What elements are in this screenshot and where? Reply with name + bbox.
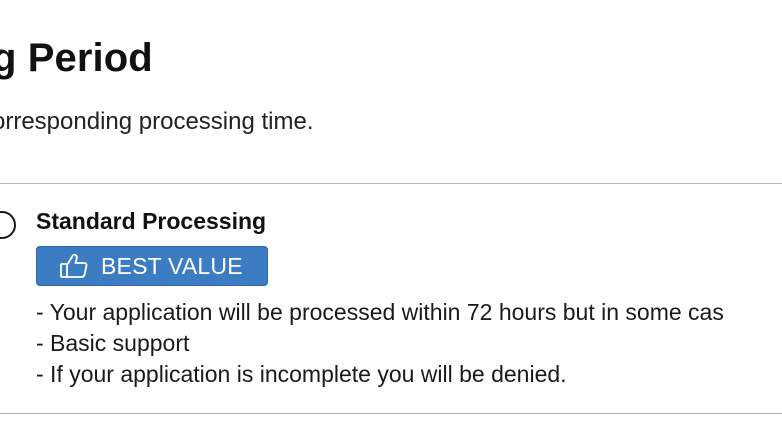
page-title: g Period (0, 36, 153, 80)
page-subtitle: orresponding processing time. (0, 108, 314, 135)
feature-item: - Your application will be processed wit… (36, 299, 724, 325)
best-value-badge: BEST VALUE (36, 246, 268, 286)
feature-item: - Basic support (36, 330, 190, 356)
badge-label: BEST VALUE (101, 253, 243, 279)
thumbs-up-icon (59, 252, 89, 280)
divider (0, 413, 782, 414)
feature-list: - Your application will be processed wit… (36, 297, 724, 390)
feature-item: - If your application is incomplete you … (36, 361, 567, 387)
option-title: Standard Processing (36, 208, 267, 234)
